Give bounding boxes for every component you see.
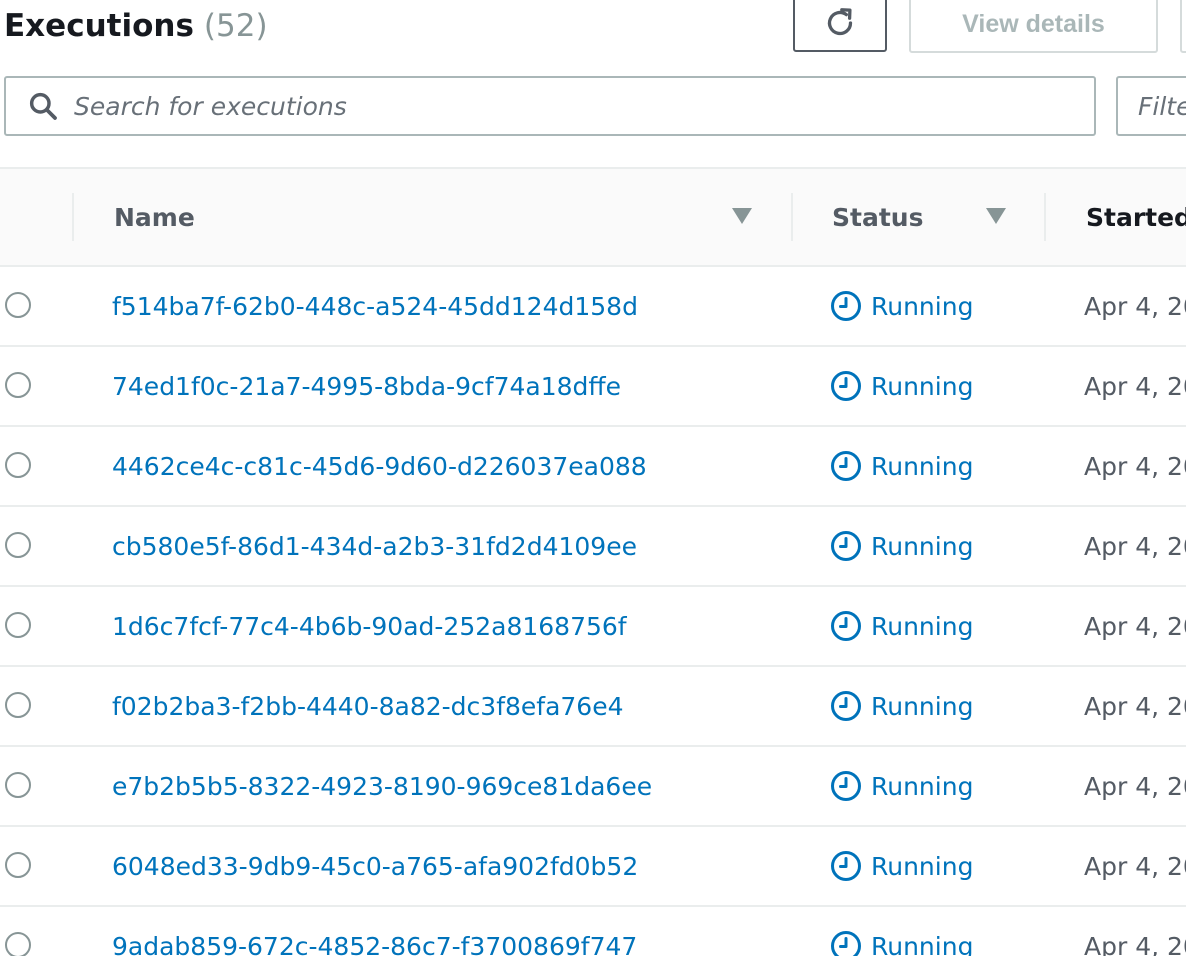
started-time: Apr 4, 20 bbox=[1084, 931, 1186, 956]
more-actions-button[interactable] bbox=[1180, 0, 1186, 53]
row-select-radio[interactable] bbox=[5, 692, 31, 718]
execution-name-link[interactable]: 74ed1f0c-21a7-4995-8bda-9cf74a18dffe bbox=[112, 347, 621, 425]
row-select-radio[interactable] bbox=[5, 452, 31, 478]
search-icon bbox=[24, 87, 62, 125]
status-label: Running bbox=[871, 451, 974, 481]
execution-name-link[interactable]: 1d6c7fcf-77c4-4b6b-90ad-252a8168756f bbox=[112, 587, 627, 665]
status-cell: Running bbox=[830, 907, 973, 956]
started-time: Apr 4, 20 bbox=[1084, 611, 1186, 641]
row-select-radio[interactable] bbox=[5, 292, 31, 318]
clock-icon bbox=[830, 850, 862, 882]
column-header-name[interactable]: Name bbox=[114, 169, 195, 265]
status-cell: Running bbox=[830, 587, 973, 665]
row-select-radio[interactable] bbox=[5, 532, 31, 558]
column-separator bbox=[791, 193, 793, 241]
table-row: 6048ed33-9db9-45c0-a765-afa902fd0b52 Run… bbox=[0, 827, 1186, 907]
clock-icon bbox=[830, 290, 862, 322]
refresh-button[interactable] bbox=[793, 0, 887, 52]
filter-field[interactable] bbox=[1116, 76, 1186, 136]
execution-name-link[interactable]: e7b2b5b5-8322-4923-8190-969ce81da6ee bbox=[112, 747, 652, 825]
started-time: Apr 4, 20 bbox=[1084, 771, 1186, 801]
status-cell: Running bbox=[830, 347, 973, 425]
status-cell: Running bbox=[830, 507, 973, 585]
page-title: Executions bbox=[4, 8, 194, 44]
table-row: 74ed1f0c-21a7-4995-8bda-9cf74a18dffe Run… bbox=[0, 347, 1186, 427]
table-row: f514ba7f-62b0-448c-a524-45dd124d158d Run… bbox=[0, 267, 1186, 347]
row-select-radio[interactable] bbox=[5, 932, 31, 956]
row-select-radio[interactable] bbox=[5, 372, 31, 398]
row-select-radio[interactable] bbox=[5, 852, 31, 878]
table-row: cb580e5f-86d1-434d-a2b3-31fd2d4109ee Run… bbox=[0, 507, 1186, 587]
started-time: Apr 4, 20 bbox=[1084, 851, 1186, 881]
table-row: e7b2b5b5-8322-4923-8190-969ce81da6ee Run… bbox=[0, 747, 1186, 827]
search-input[interactable] bbox=[74, 86, 1054, 126]
table-row: 1d6c7fcf-77c4-4b6b-90ad-252a8168756f Run… bbox=[0, 587, 1186, 667]
status-cell: Running bbox=[830, 827, 973, 905]
status-cell: Running bbox=[830, 667, 973, 745]
column-header-started[interactable]: Started bbox=[1086, 169, 1186, 265]
started-time: Apr 4, 20 bbox=[1084, 531, 1186, 561]
row-select-radio[interactable] bbox=[5, 772, 31, 798]
clock-icon bbox=[830, 530, 862, 562]
status-label: Running bbox=[871, 371, 974, 401]
status-label: Running bbox=[871, 611, 974, 641]
clock-icon bbox=[830, 450, 862, 482]
execution-name-link[interactable]: 9adab859-672c-4852-86c7-f3700869f747 bbox=[112, 907, 637, 956]
status-label: Running bbox=[871, 531, 974, 561]
status-label: Running bbox=[871, 291, 974, 321]
filter-input[interactable] bbox=[1138, 91, 1186, 121]
execution-name-link[interactable]: f514ba7f-62b0-448c-a524-45dd124d158d bbox=[112, 267, 638, 345]
table-row: 9adab859-672c-4852-86c7-f3700869f747 Run… bbox=[0, 907, 1186, 956]
clock-icon bbox=[830, 930, 862, 956]
executions-page: Executions (52) View details Name Status bbox=[0, 0, 1186, 956]
execution-name-link[interactable]: 6048ed33-9db9-45c0-a765-afa902fd0b52 bbox=[112, 827, 638, 905]
started-time: Apr 4, 20 bbox=[1084, 451, 1186, 481]
status-label: Running bbox=[871, 691, 974, 721]
clock-icon bbox=[830, 690, 862, 722]
execution-name-link[interactable]: 4462ce4c-c81c-45d6-9d60-d226037ea088 bbox=[112, 427, 647, 505]
sort-status-icon[interactable] bbox=[986, 208, 1006, 224]
page-header: Executions (52) bbox=[4, 4, 268, 48]
refresh-icon bbox=[822, 5, 858, 44]
execution-count: (52) bbox=[203, 8, 268, 44]
status-label: Running bbox=[871, 931, 974, 956]
status-label: Running bbox=[871, 851, 974, 881]
clock-icon bbox=[830, 370, 862, 402]
row-select-radio[interactable] bbox=[5, 612, 31, 638]
execution-name-link[interactable]: cb580e5f-86d1-434d-a2b3-31fd2d4109ee bbox=[112, 507, 637, 585]
status-cell: Running bbox=[830, 267, 973, 345]
clock-icon bbox=[830, 610, 862, 642]
column-separator bbox=[72, 193, 74, 241]
execution-name-link[interactable]: f02b2ba3-f2bb-4440-8a82-dc3f8efa76e4 bbox=[112, 667, 624, 745]
clock-icon bbox=[830, 770, 862, 802]
view-details-button[interactable]: View details bbox=[909, 0, 1158, 53]
started-time: Apr 4, 20 bbox=[1084, 691, 1186, 721]
started-time: Apr 4, 20 bbox=[1084, 291, 1186, 321]
table-row: 4462ce4c-c81c-45d6-9d60-d226037ea088 Run… bbox=[0, 427, 1186, 507]
column-separator bbox=[1044, 193, 1046, 241]
table-row: f02b2ba3-f2bb-4440-8a82-dc3f8efa76e4 Run… bbox=[0, 667, 1186, 747]
sort-name-icon[interactable] bbox=[732, 208, 752, 224]
status-label: Running bbox=[871, 771, 974, 801]
status-cell: Running bbox=[830, 427, 973, 505]
column-header-status[interactable]: Status bbox=[832, 169, 923, 265]
table-header: Name Status Started bbox=[0, 169, 1186, 267]
search-field[interactable] bbox=[4, 76, 1096, 136]
started-time: Apr 4, 20 bbox=[1084, 371, 1186, 401]
executions-table-body: f514ba7f-62b0-448c-a524-45dd124d158d Run… bbox=[0, 267, 1186, 956]
status-cell: Running bbox=[830, 747, 973, 825]
